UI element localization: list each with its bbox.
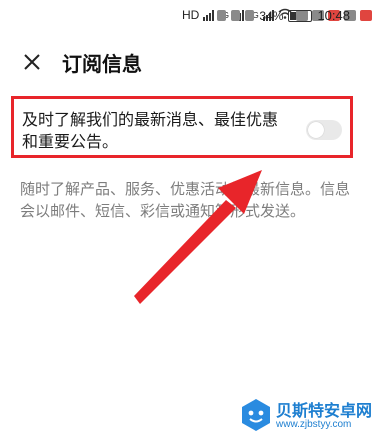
watermark-url: www.zjbstyy.com	[276, 419, 352, 430]
watermark: 贝斯特安卓网 www.zjbstyy.com	[238, 395, 372, 438]
watermark-logo-icon	[242, 399, 270, 431]
watermark-text: 贝斯特安卓网	[276, 401, 372, 420]
annotation-arrow	[134, 170, 262, 304]
